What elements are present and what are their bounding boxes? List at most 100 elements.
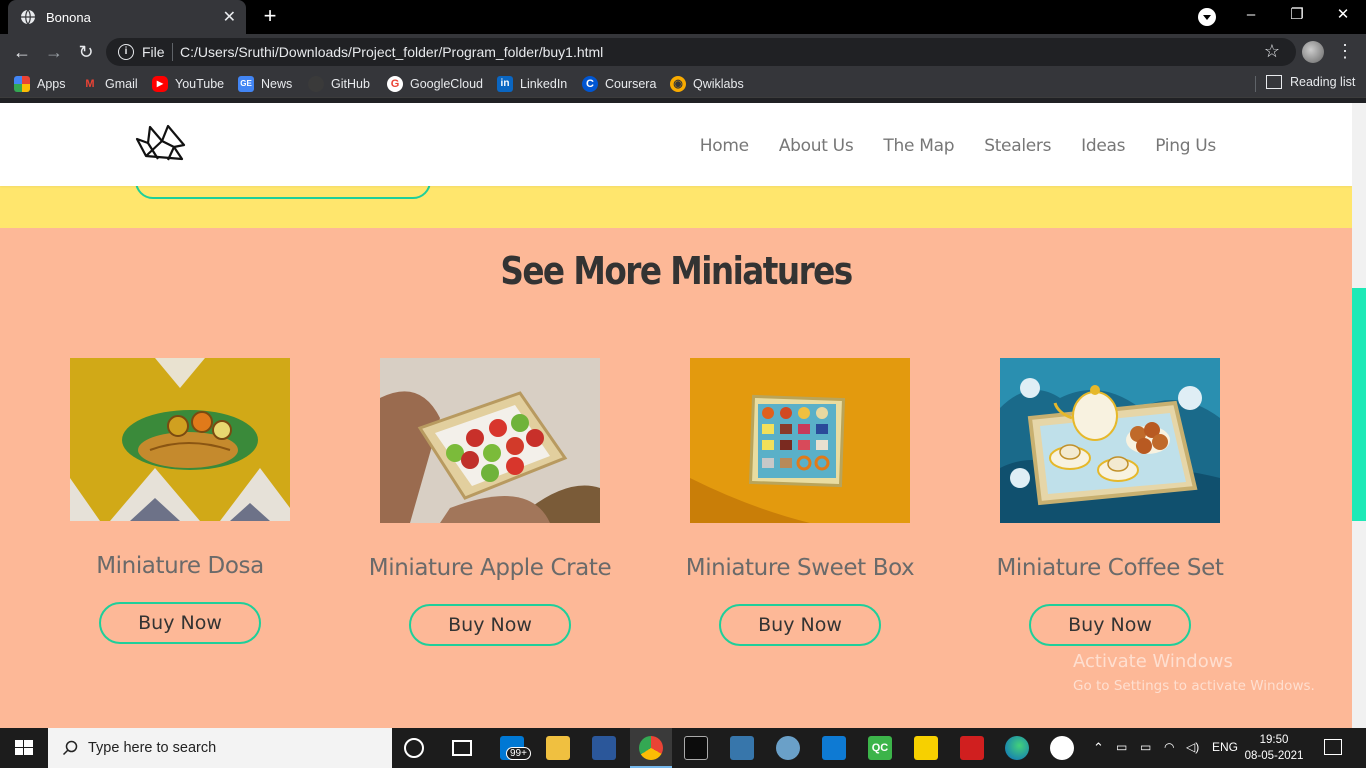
file-explorer-icon[interactable] [546, 736, 570, 760]
volume-icon[interactable]: ◁) [1186, 740, 1199, 754]
buy-now-button[interactable]: Buy Now [409, 604, 571, 646]
crown-logo-icon[interactable] [134, 123, 186, 163]
mail-badge: 99+ [506, 747, 531, 760]
browser-toolbar: ← → ↻ i File C:/Users/Sruthi/Downloads/P… [0, 34, 1366, 70]
clock[interactable]: 19:50 08-05-2021 [1244, 732, 1304, 764]
browser-tab-active[interactable]: Bonona ✕ [8, 0, 246, 34]
cortana-icon[interactable] [404, 738, 424, 758]
bookmark-label: News [261, 77, 293, 91]
word-icon[interactable] [592, 736, 616, 760]
nav-home[interactable]: Home [700, 136, 749, 156]
acrobat-icon[interactable] [960, 736, 984, 760]
bookmark-label: GitHub [331, 77, 370, 91]
watermark-title: Activate Windows [1073, 651, 1233, 672]
taskbar-search-input[interactable]: Type here to search [48, 728, 392, 768]
chrome-menu-icon[interactable]: ⋮ [1336, 40, 1354, 64]
bookmark-youtube[interactable]: ▶ YouTube [152, 75, 224, 93]
linkedin-icon: in [497, 76, 513, 92]
forward-arrow-icon[interactable]: → [42, 40, 66, 64]
dosa-image[interactable] [70, 358, 290, 521]
search-icon [62, 740, 78, 756]
omnibox-divider [172, 43, 173, 61]
new-tab-icon[interactable]: + [258, 4, 282, 28]
vscode-icon[interactable] [822, 736, 846, 760]
windows-start-icon[interactable] [0, 728, 48, 768]
globe-icon [21, 9, 35, 25]
bookmark-star-icon[interactable]: ☆ [1264, 41, 1280, 62]
activate-windows-watermark: Activate Windows Go to Settings to activ… [1073, 651, 1315, 694]
url-text[interactable]: C:/Users/Sruthi/Downloads/Project_folder… [180, 44, 603, 60]
bookmark-coursera[interactable]: C Coursera [582, 75, 656, 93]
bookmark-label: Qwiklabs [693, 77, 744, 91]
apple-crate-image[interactable] [380, 358, 600, 523]
godot-icon[interactable] [776, 736, 800, 760]
site-info-icon[interactable]: i [118, 44, 134, 60]
bookmark-label: Gmail [105, 77, 138, 91]
bookmark-apps[interactable]: Apps [14, 75, 66, 93]
wifi-icon[interactable]: ◠ [1164, 740, 1174, 754]
site-header: Home About Us The Map Stealers Ideas Pin… [0, 103, 1352, 186]
section-title: See More Miniatures [500, 249, 853, 293]
nav-the-map[interactable]: The Map [883, 136, 954, 156]
product-name: Miniature Coffee Set [996, 555, 1224, 581]
clock-time: 19:50 [1259, 734, 1289, 746]
windows-taskbar: Type here to search 99+ QC ⌃ ▭ ▭ ◠ ◁) EN… [0, 728, 1366, 768]
coffee-set-image[interactable] [1000, 358, 1220, 523]
google-icon: G [387, 76, 403, 92]
apps-grid-icon [14, 76, 30, 92]
meet-now-icon[interactable]: ▭ [1116, 740, 1127, 754]
window-close-icon[interactable]: ✕ [1320, 0, 1366, 34]
google-news-icon: GE [238, 76, 254, 92]
tab-close-icon[interactable]: ✕ [223, 7, 236, 27]
show-hidden-icons[interactable]: ⌃ [1093, 740, 1104, 756]
buy-now-button[interactable]: Buy Now [719, 604, 881, 646]
back-arrow-icon[interactable]: ← [10, 40, 34, 64]
task-view-icon[interactable] [452, 740, 472, 756]
profile-avatar[interactable] [1302, 41, 1324, 63]
bookmark-linkedin[interactable]: in LinkedIn [497, 75, 567, 93]
bookmark-qwiklabs[interactable]: ◉ Qwiklabs [670, 75, 744, 93]
sweet-box-image[interactable] [690, 358, 910, 523]
tab-search-icon[interactable] [1198, 8, 1216, 26]
bookmark-gmail[interactable]: M Gmail [82, 75, 138, 93]
qwiklabs-icon: ◉ [670, 76, 686, 92]
bookmarks-bar: Apps M Gmail ▶ YouTube GE News GitHub G … [0, 70, 1366, 98]
bookmark-label: GoogleCloud [410, 77, 483, 91]
reading-list-button[interactable]: Reading list [1266, 75, 1355, 89]
nav-ping-us[interactable]: Ping Us [1155, 136, 1216, 156]
coursera-icon: C [582, 76, 598, 92]
sticky-notes-icon[interactable] [914, 736, 938, 760]
python-icon[interactable] [730, 736, 754, 760]
bookmarks-divider [1255, 76, 1256, 92]
reload-icon[interactable]: ↻ [74, 40, 98, 64]
nav-ideas[interactable]: Ideas [1081, 136, 1125, 156]
qt-creator-icon[interactable]: QC [868, 736, 892, 760]
bookmark-news[interactable]: GE News [238, 75, 292, 93]
buy-now-button[interactable]: Buy Now [99, 602, 261, 644]
product-name: Miniature Sweet Box [685, 555, 915, 581]
address-bar[interactable]: i File C:/Users/Sruthi/Downloads/Project… [106, 38, 1296, 66]
nav-stealers[interactable]: Stealers [984, 136, 1051, 156]
terminal-icon[interactable] [684, 736, 708, 760]
bookmark-github[interactable]: GitHub [308, 75, 370, 93]
browser-tab-strip: Bonona ✕ + – ❐ ✕ [0, 0, 1366, 34]
reading-list-icon [1266, 75, 1282, 89]
page-scrollbar[interactable] [1352, 103, 1366, 728]
scrollbar-thumb[interactable] [1352, 288, 1366, 521]
page-viewport: Home About Us The Map Stealers Ideas Pin… [0, 103, 1352, 728]
scheme-label: File [142, 44, 165, 60]
notification-center-icon[interactable] [1324, 739, 1342, 755]
evernote-icon[interactable] [1050, 736, 1074, 760]
product-name: Miniature Dosa [96, 553, 264, 579]
bookmark-googlecloud[interactable]: G GoogleCloud [387, 75, 483, 93]
language-indicator[interactable]: ENG [1212, 740, 1238, 754]
edge-icon[interactable] [1005, 736, 1029, 760]
restore-icon[interactable]: ❐ [1274, 0, 1320, 34]
gmail-icon: M [85, 78, 95, 90]
bookmark-label: YouTube [175, 77, 225, 91]
minimize-icon[interactable]: – [1228, 0, 1274, 34]
battery-icon[interactable]: ▭ [1140, 740, 1151, 754]
buy-now-button[interactable]: Buy Now [1029, 604, 1191, 646]
chrome-icon[interactable] [639, 736, 663, 760]
nav-about-us[interactable]: About Us [779, 136, 854, 156]
